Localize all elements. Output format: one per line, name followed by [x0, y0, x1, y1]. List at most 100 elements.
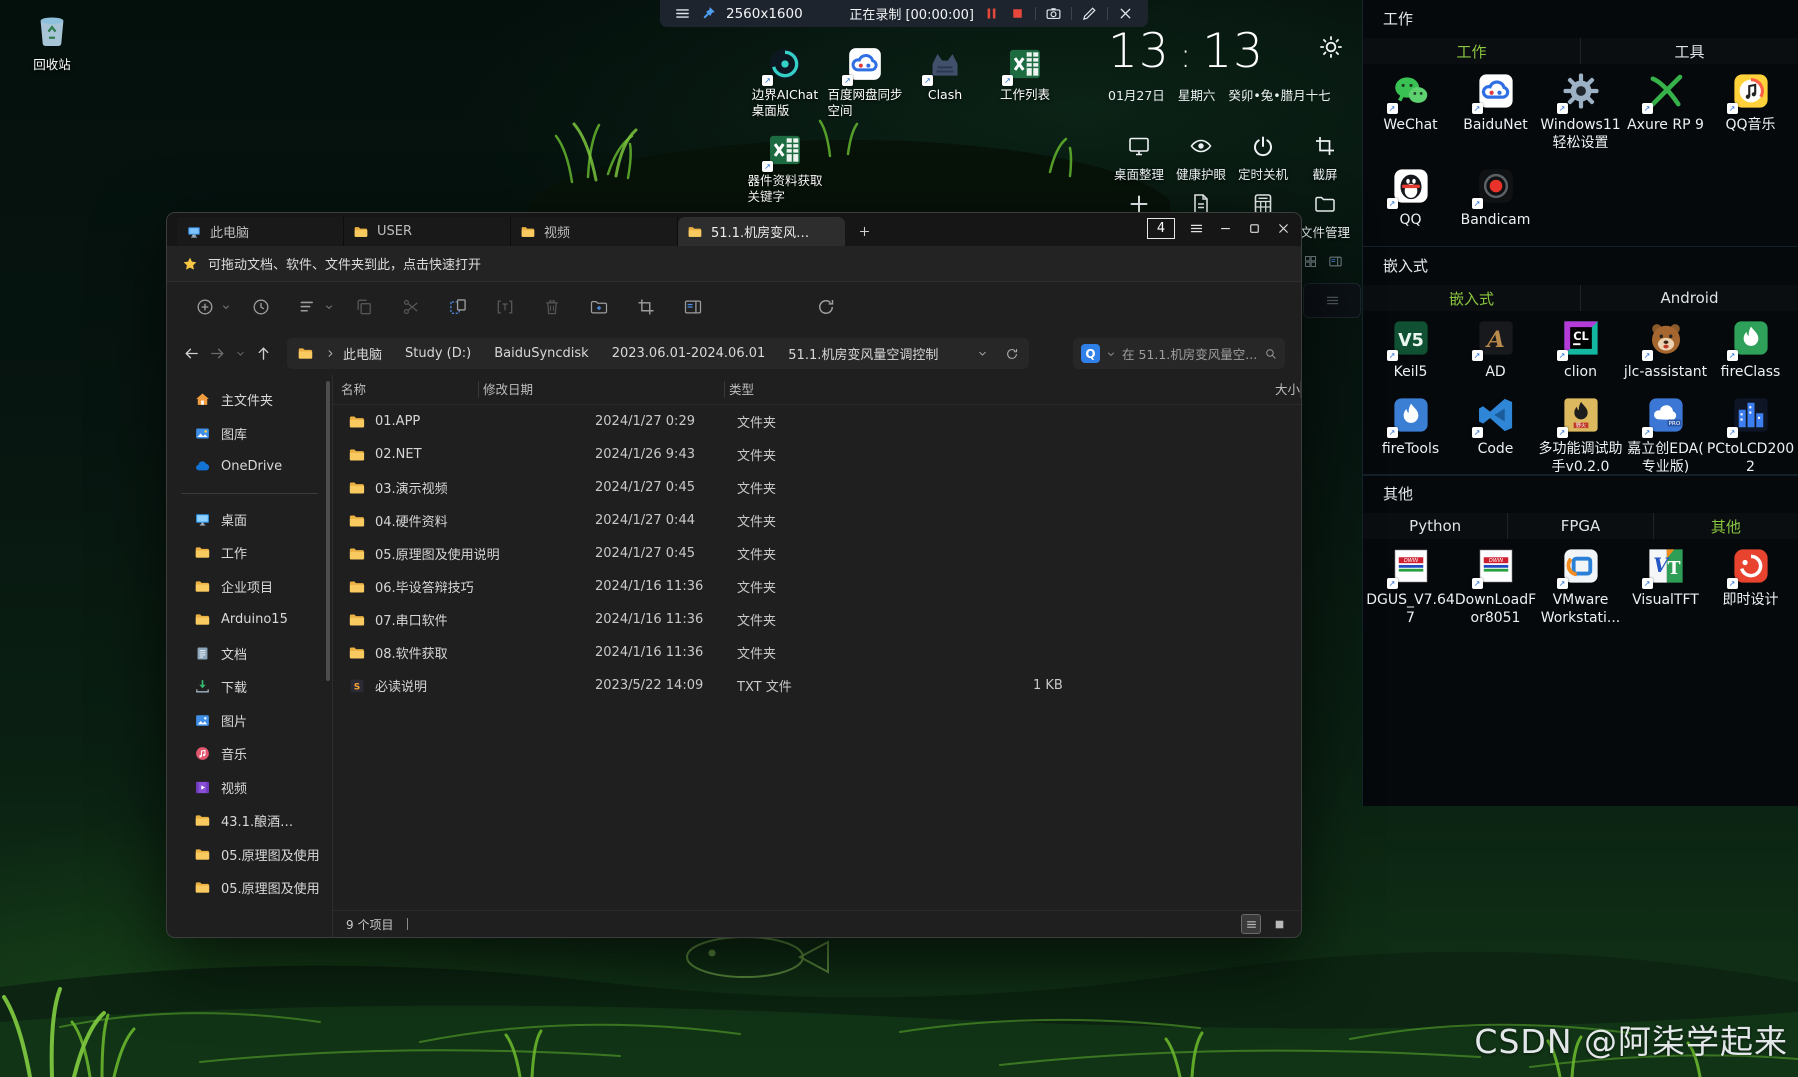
section-tab[interactable]: 工具	[1580, 38, 1798, 64]
app-shortcut[interactable]: fireClass	[1708, 313, 1793, 382]
minimize-button[interactable]	[1218, 221, 1233, 236]
sort-button[interactable]	[298, 297, 318, 317]
up-button[interactable]	[255, 345, 272, 362]
sidebar-item[interactable]: 图库	[167, 417, 332, 451]
sidebar-item[interactable]: 05.原理图及使用	[167, 838, 332, 872]
file-row[interactable]: 07.串口软件 2024/1/16 11:36 文件夹	[333, 603, 1301, 636]
section-tab[interactable]: FPGA	[1507, 513, 1652, 539]
tab-close-icon[interactable]	[658, 227, 668, 237]
new-item-dropdown-icon[interactable]	[221, 302, 231, 312]
sort-dropdown-icon[interactable]	[324, 302, 334, 312]
widget-shortcut[interactable]: 截屏	[1294, 130, 1356, 188]
app-shortcut[interactable]: DownLoadF or8051	[1453, 541, 1538, 628]
menu-icon[interactable]	[1743, 9, 1758, 24]
app-shortcut[interactable]: Axure RP 9	[1623, 66, 1708, 153]
explorer-tab[interactable]: 视频	[511, 217, 678, 246]
list-icon[interactable]	[1659, 256, 1674, 271]
app-shortcut[interactable]: Code	[1453, 390, 1538, 477]
widget-shortcut[interactable]: 文件管理	[1294, 188, 1356, 246]
file-row[interactable]: 01.APP 2024/1/27 0:29 文件夹	[333, 405, 1301, 438]
sidebar-item[interactable]: 43.1.酿酒监测	[167, 804, 332, 838]
tray-chip[interactable]	[1303, 283, 1361, 318]
widget-shortcut[interactable]: 健康护眼	[1170, 130, 1232, 188]
app-shortcut[interactable]: VisualTFT	[1623, 541, 1708, 628]
lock-icon[interactable]	[1687, 9, 1702, 24]
list-icon[interactable]	[1659, 9, 1674, 24]
breadcrumb-item[interactable]: 2023.06.01-2024.06.01	[612, 346, 789, 361]
back-button[interactable]	[183, 345, 200, 362]
app-shortcut[interactable]: DGUS_V7.64 7	[1366, 541, 1455, 628]
sidebar-item[interactable]: 工作	[167, 536, 332, 570]
recbar-close-button[interactable]	[1117, 5, 1134, 22]
section-tab[interactable]: 工作	[1363, 38, 1580, 64]
recbar-menu-icon[interactable]	[674, 5, 691, 22]
desktop-shortcut[interactable]: 百度网盘同步 空间	[825, 44, 905, 120]
quick-open-bar[interactable]: 可拖动文档、软件、文件夹到此，点击快速打开	[167, 246, 1301, 282]
collapse-icon[interactable]	[1771, 256, 1786, 271]
app-shortcut[interactable]: Windows11 轻松设置	[1538, 66, 1623, 153]
paste-button[interactable]	[448, 297, 468, 317]
desktop-shortcut[interactable]: 器件资料获取 关键字	[745, 130, 825, 206]
sidebar-item[interactable]: 05.原理图及使用	[167, 871, 332, 905]
breadcrumb-item[interactable]: 51.1.机房变风量空调控制	[788, 344, 961, 363]
history-button[interactable]	[251, 297, 271, 317]
tab-close-icon[interactable]	[491, 227, 501, 237]
add-icon[interactable]	[1715, 256, 1730, 271]
breadcrumb-item[interactable]: Study (D:)	[405, 346, 494, 361]
sidebar-item[interactable]: 企业项目	[167, 570, 332, 604]
sidebar-item[interactable]: 视频	[167, 771, 332, 805]
file-row[interactable]: 必读说明 2023/5/22 14:09 TXT 文件 1 KB	[333, 669, 1301, 702]
search-engine-icon[interactable]: Q	[1081, 344, 1100, 363]
explorer-tab[interactable]: 此电脑	[177, 217, 344, 246]
app-shortcut[interactable]: fireTools	[1368, 390, 1453, 477]
address-refresh-icon[interactable]	[1005, 347, 1019, 361]
column-header[interactable]: 名称	[333, 381, 479, 398]
app-shortcut[interactable]: AD	[1453, 313, 1538, 382]
desktop-shortcut[interactable]: Clash	[905, 44, 985, 120]
draw-button[interactable]	[1081, 5, 1098, 22]
add-icon[interactable]	[1715, 484, 1730, 499]
lock-icon[interactable]	[1687, 484, 1702, 499]
copy-button[interactable]	[354, 297, 374, 317]
app-shortcut[interactable]: QQ	[1368, 161, 1453, 230]
address-bar[interactable]: 此电脑 Study (D:) BaiduSyncdisk 2023.06.01-…	[287, 338, 1029, 369]
collapse-icon[interactable]	[1771, 9, 1786, 24]
sidebar-item[interactable]: 主文件夹	[167, 383, 332, 417]
address-dropdown-icon[interactable]	[977, 348, 988, 359]
app-shortcut[interactable]: jlc-assistant	[1623, 313, 1708, 382]
app-shortcut[interactable]: 即时设计	[1708, 541, 1793, 628]
breadcrumb-item[interactable]: 此电脑	[343, 344, 405, 363]
tray-grid-icon[interactable]	[1303, 254, 1318, 269]
file-row[interactable]: 04.硬件资料 2024/1/27 0:44 文件夹	[333, 504, 1301, 537]
sidebar-item[interactable]: 桌面	[167, 503, 332, 537]
app-shortcut[interactable]: VMware Workstati...	[1538, 541, 1623, 628]
forward-button[interactable]	[209, 345, 226, 362]
file-row[interactable]: 08.软件获取 2024/1/16 11:36 文件夹	[333, 636, 1301, 669]
cut-button[interactable]	[401, 297, 421, 317]
recbar-pin-icon[interactable]	[700, 5, 717, 22]
weather-sun-icon[interactable]	[1318, 34, 1344, 60]
menu-icon[interactable]	[1743, 256, 1758, 271]
screenshot-button[interactable]	[1045, 5, 1062, 22]
section-tab[interactable]: Python	[1363, 513, 1507, 539]
desktop-shortcut[interactable]: 工作列表	[985, 44, 1065, 120]
widget-shortcut[interactable]: 桌面整理	[1108, 130, 1170, 188]
sidebar-item[interactable]: 文档	[167, 637, 332, 671]
column-header[interactable]: 类型	[725, 381, 1275, 398]
file-row[interactable]: 06.毕设答辩技巧 2024/1/16 11:36 文件夹	[333, 570, 1301, 603]
recycle-bin-shortcut[interactable]: 回收站	[16, 8, 88, 73]
search-engine-dropdown-icon[interactable]	[1106, 349, 1116, 359]
add-icon[interactable]	[1715, 9, 1730, 24]
rename-button[interactable]	[495, 297, 515, 317]
new-item-button[interactable]	[195, 297, 215, 317]
app-shortcut[interactable]: PCtoLCD200 2	[1707, 390, 1794, 477]
app-shortcut[interactable]: WeChat	[1368, 66, 1453, 153]
tab-close-icon[interactable]	[324, 227, 334, 237]
desktop-shortcut[interactable]: 边界AIChat 桌面版	[745, 44, 825, 120]
sidebar-item[interactable]: 图片	[167, 704, 332, 738]
explorer-tab[interactable]: 51.1.机房变风量空	[678, 217, 845, 246]
select-button[interactable]	[636, 297, 656, 317]
section-tab[interactable]: Android	[1580, 285, 1798, 311]
breadcrumb-item[interactable]: BaiduSyncdisk	[494, 346, 612, 361]
thumbnail-view-button[interactable]	[1269, 914, 1289, 934]
